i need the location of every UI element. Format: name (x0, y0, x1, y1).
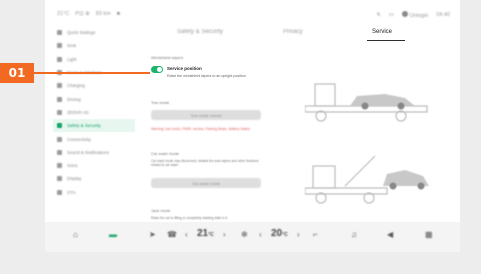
settings-tabs: Safety & Security Privacy Service (135, 27, 435, 42)
sidebar-item-safety-security[interactable]: Safety & Security (53, 119, 135, 133)
sidebar-item-label: OTA (67, 189, 76, 195)
car-icon[interactable]: ▬ (109, 230, 117, 239)
jack-description: Raise the car to lifting or completely s… (151, 216, 228, 220)
clock: 04:40 (436, 12, 450, 18)
tow-warning-text: Warning: tow mode, P/N/R, service, Parki… (151, 127, 250, 131)
section-title-jack: Jack mode (151, 208, 171, 213)
tab-service[interactable]: Service (372, 29, 392, 35)
sidebar-item-display[interactable]: Display (53, 172, 135, 185)
active-tab-indicator (367, 40, 405, 42)
sidebar-item-label: Quick Settings (67, 30, 96, 36)
apps-icon[interactable]: ▦ (425, 230, 433, 239)
sidebar-item-label: Charging (67, 83, 85, 89)
tab-privacy[interactable]: Privacy (283, 29, 303, 35)
infotainment-screen: 21°C P⊡ ⊕ 83 km ■ ↯ ▭ Unlogin 04:40 Quic… (45, 0, 460, 248)
tow-truck-illustration (305, 83, 428, 122)
seat-heat-icon[interactable]: ⌐ (313, 230, 318, 239)
seat-icon (57, 43, 62, 49)
car-lift-illustration (305, 155, 429, 204)
service-position-toggle[interactable] (151, 66, 163, 73)
microphone-icon (57, 163, 62, 169)
temp-left-number: 21 (197, 228, 209, 239)
display-icon (57, 176, 62, 182)
sidebar-item-label: Sound & Notifications (67, 149, 109, 155)
update-icon (57, 189, 62, 195)
sidebar-item-driving[interactable]: Driving (53, 92, 135, 105)
status-right: ↯ ▭ Unlogin 04:40 (376, 11, 450, 19)
home-icon[interactable]: ⌂ (73, 230, 78, 239)
sidebar-item-light[interactable]: Light (53, 53, 135, 66)
sidebar-item-label: Light (67, 56, 77, 62)
sidebar-item-voice[interactable]: Voice (53, 159, 135, 172)
temp-right-unit: °C (282, 232, 288, 238)
bluetooth-icon: ↯ (376, 12, 381, 18)
sidebar-item-label: Voice (67, 163, 78, 169)
sidebar-item-sound[interactable]: Sound & Notifications (53, 146, 135, 159)
phone-icon[interactable]: ☎ (167, 230, 177, 239)
music-icon[interactable]: ♫ (351, 230, 357, 239)
range-indicator: 83 km (95, 11, 111, 17)
sidebar-item-label: Safety & Security (67, 123, 101, 129)
temp-left-increase[interactable]: › (223, 230, 226, 239)
temp-right-value: 20°C (271, 228, 288, 239)
status-left: 21°C P⊡ ⊕ 83 km ■ (57, 11, 120, 17)
temp-left-decrease[interactable]: ‹ (185, 230, 188, 239)
sound-icon (57, 149, 62, 155)
temp-right-decrease[interactable]: ‹ (259, 230, 262, 239)
quick-settings-icon (57, 30, 62, 36)
fan-icon[interactable]: ✻ (241, 230, 248, 239)
sidebar-item-seat[interactable]: Seat (53, 39, 135, 52)
sidebar-item-label: Driving (67, 96, 81, 102)
user-name: Unlogin (409, 13, 429, 19)
section-title-tow: Tow mode (151, 100, 170, 105)
callout-line (34, 72, 150, 74)
sidebar-item-label: Seat (67, 43, 77, 49)
charging-icon (57, 83, 62, 89)
navigation-icon[interactable]: ➤ (149, 230, 156, 239)
signal-icon: ▭ (388, 12, 395, 18)
service-panel: Windshield wipers Service position Raise… (145, 48, 445, 238)
outside-temp: 21°C (57, 11, 70, 17)
sidebar-item-label: Connectivity (67, 136, 91, 142)
temp-left-value: 21°C (197, 228, 214, 239)
sidebar-item-label: ZEEKR AD (67, 109, 89, 115)
settings-sidebar: Quick Settings Seat Light Doors & Window… (53, 26, 135, 226)
wifi-icon (57, 136, 62, 142)
car-wash-button[interactable]: Car wash mode (151, 178, 261, 188)
section-title-wipers: Windshield wipers (151, 55, 184, 60)
volume-icon[interactable]: ◀ (387, 230, 393, 239)
tab-safety-security[interactable]: Safety & Security (177, 29, 223, 35)
service-position-description: Raise the windshield wipers to an uprigh… (167, 74, 246, 78)
sidebar-item-ota[interactable]: OTA (53, 186, 135, 199)
section-title-car-wash: Car wash mode (151, 151, 180, 156)
callout-badge: 01 (0, 63, 34, 83)
sidebar-item-label: Display (67, 176, 82, 182)
shield-icon (57, 123, 62, 129)
tow-mode-button[interactable]: Tow mode cancel (151, 110, 261, 120)
light-icon (57, 56, 62, 62)
temp-right-number: 20 (271, 228, 283, 239)
temp-right-increase[interactable]: › (297, 230, 300, 239)
user-profile[interactable]: Unlogin (402, 11, 428, 19)
status-bar: 21°C P⊡ ⊕ 83 km ■ ↯ ▭ Unlogin 04:40 (45, 0, 460, 20)
driving-icon (57, 96, 62, 102)
sidebar-item-quick-settings[interactable]: Quick Settings (53, 26, 135, 39)
avatar (402, 11, 409, 17)
sidebar-item-zeekr-ad[interactable]: ZEEKR AD (53, 106, 135, 119)
temp-left-unit: °C (208, 232, 214, 238)
sidebar-item-connectivity[interactable]: Connectivity (53, 132, 135, 145)
car-wash-description: Car wash mode may disconnect, disable th… (151, 159, 259, 167)
bottom-dock: ⌂ ▬ ➤ ☎ ‹ 21°C › ✻ ‹ 20°C › ⌐ ♫ ◀ ▦ (45, 222, 460, 252)
assist-icon (57, 109, 62, 115)
battery-icon: ■ (116, 11, 121, 17)
sidebar-item-charging[interactable]: Charging (53, 79, 135, 92)
service-position-label: Service position (167, 66, 202, 71)
gear-indicator: P⊡ ⊕ (75, 11, 90, 17)
